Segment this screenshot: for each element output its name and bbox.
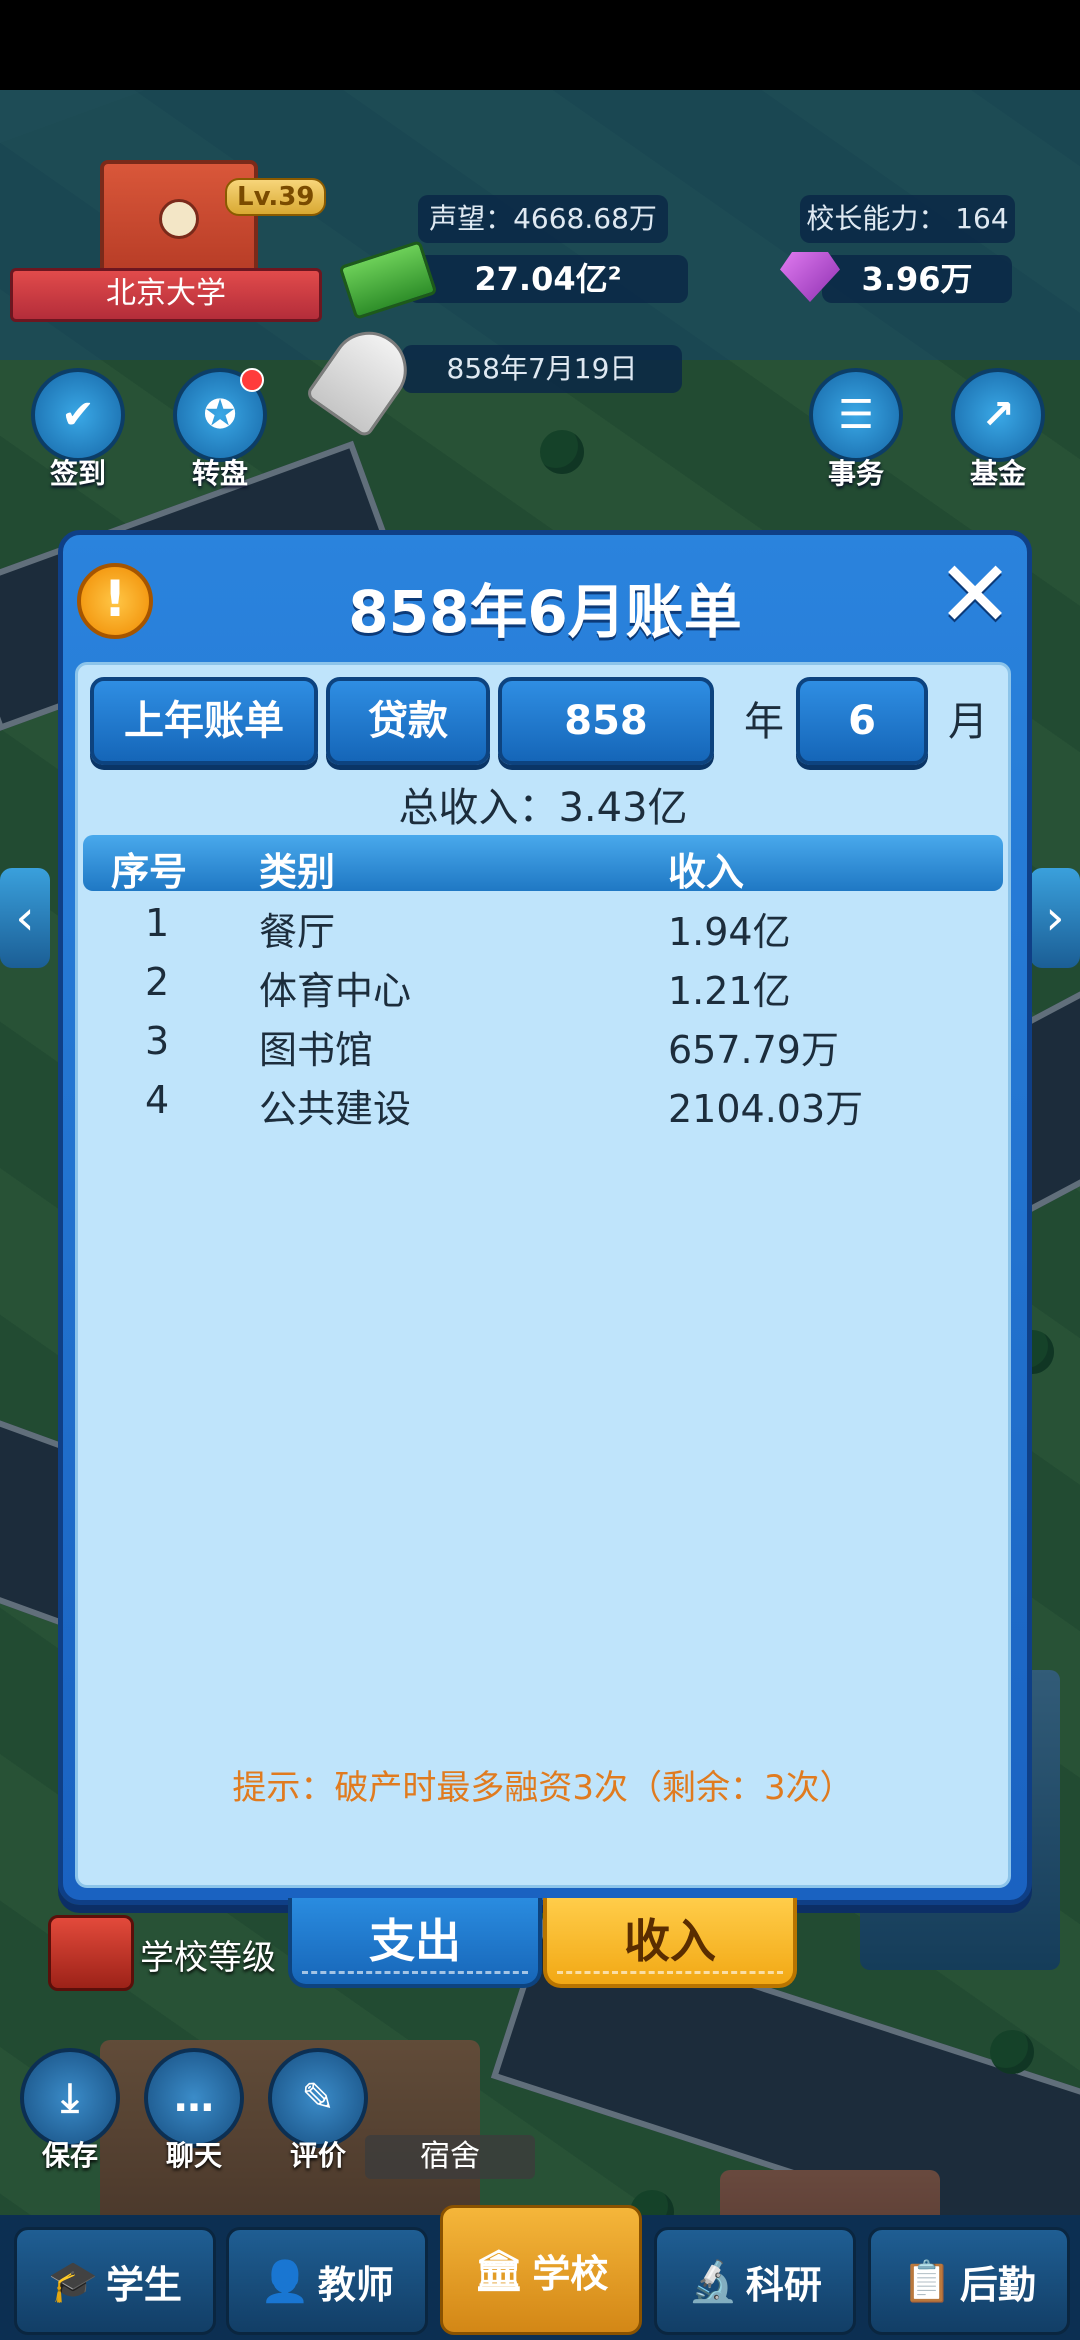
school-name[interactable]: 北京大学 [10, 268, 322, 322]
table-row: 4 公共建设 2104.03万 [83, 1072, 1003, 1131]
principal-ability-display: 校长能力： 164 [800, 195, 1015, 243]
money-value: 27.04亿² [474, 260, 622, 298]
table-row: 2 体育中心 1.21亿 [83, 954, 1003, 1013]
nav-teachers-label: 教师 [317, 2262, 394, 2307]
month-unit: 月 [948, 699, 988, 745]
year-unit: 年 [744, 699, 784, 745]
loan-button[interactable]: 贷款 [326, 677, 490, 765]
edit-icon: ✎ [268, 2048, 368, 2148]
fund-label: 基金 [969, 457, 1026, 490]
row-no: 4 [145, 1078, 170, 1122]
nav-logistics[interactable]: 📋 后勤 [868, 2227, 1070, 2335]
wheel-button[interactable]: ✪ 转盘 [172, 368, 268, 492]
nav-research-label: 科研 [745, 2262, 822, 2307]
fund-button[interactable]: ↗ 基金 [950, 368, 1046, 492]
tab-income[interactable]: 收入 [543, 1898, 797, 1988]
review-button[interactable]: ✎ 评价 [266, 2048, 370, 2174]
bill-panel: 上年账单 贷款 858 年 6 月 总收入：3.43亿 序号 类别 收入 1 餐… [75, 662, 1011, 1888]
status-bar [0, 0, 1080, 90]
money-pill: 27.04亿² [408, 255, 688, 303]
month-selector[interactable]: 6 [796, 677, 928, 765]
chart-up-icon: ↗ [951, 368, 1045, 462]
bottom-nav: 🎓 学生 👤 教师 🏛 学校 🔬 科研 📋 后勤 [0, 2205, 1080, 2340]
header-no: 序号 [111, 850, 188, 894]
pillars-icon: 🏛 [473, 2247, 525, 2294]
chat-button[interactable]: … 聊天 [142, 2048, 246, 2174]
checkin-button[interactable]: ✔ 签到 [30, 368, 126, 492]
nav-teachers[interactable]: 👤 教师 [226, 2227, 428, 2335]
bill-dialog: ! 858年6月账单 ✕ 上年账单 贷款 858 年 6 月 总收入：3.43亿… [58, 530, 1032, 1905]
affairs-icon: ☰ [809, 368, 903, 462]
notification-dot [240, 368, 264, 392]
school-level-label[interactable]: 学校等级 [140, 1930, 276, 1979]
dialog-header: ! 858年6月账单 ✕ [63, 535, 1027, 655]
nav-research[interactable]: 🔬 科研 [654, 2227, 856, 2335]
year-selector[interactable]: 858 [498, 677, 714, 765]
row-no: 1 [145, 901, 170, 945]
table-row: 3 图书馆 657.79万 [83, 1013, 1003, 1072]
chat-icon: … [144, 2048, 244, 2148]
dorm-label[interactable]: 宿舍 [365, 2135, 535, 2179]
affairs-button[interactable]: ☰ 事务 [808, 368, 904, 492]
header-category: 类别 [259, 850, 336, 894]
mailbox-icon[interactable] [48, 1915, 134, 1991]
row-category: 图书馆 [259, 1028, 374, 1072]
financing-tip: 提示：破产时最多融资3次（剩余：3次） [232, 1768, 854, 1808]
table-row: 1 餐厅 1.94亿 [83, 895, 1003, 954]
right-arrow-icon[interactable]: › [1030, 868, 1080, 968]
microscope-icon: 🔬 [688, 2258, 738, 2305]
clipboard-icon: 📋 [902, 2258, 952, 2305]
row-income: 1.94亿 [668, 910, 791, 954]
gem-pill: 3.96万 [822, 255, 1012, 303]
row-income: 1.21亿 [668, 969, 791, 1013]
nav-students-label: 学生 [105, 2262, 182, 2307]
dialog-title: 858年6月账单 [348, 578, 742, 646]
tab-expense[interactable]: 支出 [288, 1898, 542, 1988]
total-income: 总收入：3.43亿 [398, 785, 688, 831]
person-icon: 👤 [260, 2258, 310, 2305]
row-category: 公共建设 [259, 1087, 412, 1131]
level-tag: Lv.39 [225, 178, 327, 216]
row-income: 657.79万 [668, 1028, 839, 1072]
gems-value: 3.96万 [861, 260, 973, 298]
reputation-display: 声望：4668.68万 [418, 195, 668, 243]
nav-school-label: 学校 [532, 2251, 609, 2296]
review-label: 评价 [289, 2139, 346, 2172]
close-icon[interactable]: ✕ [933, 549, 1017, 641]
save-label: 保存 [41, 2139, 98, 2172]
row-no: 2 [145, 960, 170, 1004]
wheel-label: 转盘 [191, 457, 248, 490]
header-income: 收入 [668, 850, 745, 894]
row-income: 2104.03万 [668, 1087, 864, 1131]
row-category: 体育中心 [259, 969, 412, 1013]
row-no: 3 [145, 1019, 170, 1063]
checkin-icon: ✔ [31, 368, 125, 462]
graduation-cap-icon: 🎓 [48, 2258, 98, 2305]
checkin-label: 签到 [49, 457, 106, 490]
save-button[interactable]: ⤓ 保存 [18, 2048, 122, 2174]
download-icon: ⤓ [20, 2048, 120, 2148]
left-arrow-icon[interactable]: ‹ [0, 868, 50, 968]
chat-label: 聊天 [165, 2139, 222, 2172]
game-date: 858年7月19日 [402, 345, 682, 393]
affairs-label: 事务 [827, 457, 884, 490]
nav-school[interactable]: 🏛 学校 [440, 2205, 642, 2335]
last-year-bill-button[interactable]: 上年账单 [90, 677, 318, 765]
table-header: 序号 类别 收入 [83, 835, 1003, 894]
row-category: 餐厅 [259, 910, 336, 954]
nav-students[interactable]: 🎓 学生 [14, 2227, 216, 2335]
nav-logistics-label: 后勤 [959, 2262, 1036, 2307]
